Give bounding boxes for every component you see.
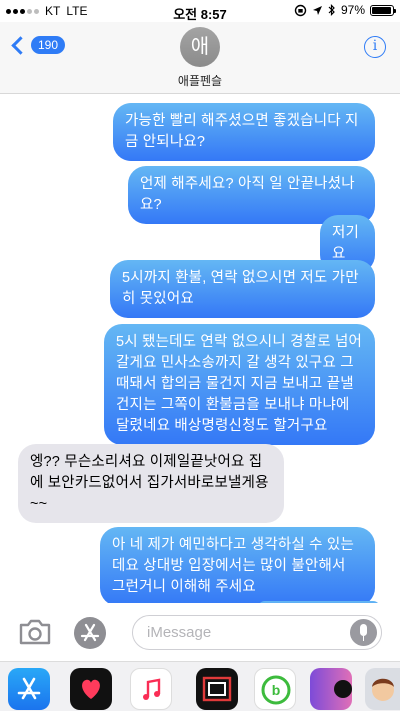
beats-app-icon[interactable]: b xyxy=(254,668,296,710)
composer-bar xyxy=(0,603,400,661)
conversation-header: 190 애 애플펜슬 i xyxy=(0,22,400,94)
message-bubble-outgoing[interactable]: 아 네 제가 예민하다고 생각하실 수 있는데요 상대방 입장에서는 많이 불안… xyxy=(100,527,375,606)
orientation-lock-icon xyxy=(294,4,307,16)
message-bubble-outgoing[interactable]: 가능한 빨리 해주셨으면 좋겠습니다 지금 안되나요? xyxy=(113,103,375,161)
battery-fill xyxy=(372,6,392,14)
app-store-icon xyxy=(80,623,100,642)
location-arrow-icon xyxy=(312,5,322,15)
camera-icon[interactable] xyxy=(18,619,52,645)
contact-summary[interactable]: 애 애플펜슬 xyxy=(0,27,400,89)
memoji-sticker-icon[interactable] xyxy=(365,668,400,710)
message-bubble-incoming[interactable]: 엥?? 무슨소리셔요 이제일끝낫어요 집에 보안카드없어서 집가서바로보낼게용 … xyxy=(18,444,284,523)
app-store-icon[interactable] xyxy=(8,668,50,710)
photo-frame-app-icon[interactable] xyxy=(196,668,238,710)
battery-icon xyxy=(370,4,396,16)
battery-percent: 97% xyxy=(340,3,365,17)
message-bubble-outgoing[interactable]: 5시까지 환불, 연락 없으시면 저도 가만히 못있어요 xyxy=(110,260,375,318)
microphone-icon[interactable] xyxy=(350,619,377,646)
status-right: 97% xyxy=(294,3,396,17)
svg-text:b: b xyxy=(272,682,281,698)
heart-digital-touch-icon[interactable] xyxy=(70,668,112,710)
app-store-button[interactable] xyxy=(74,617,106,649)
message-input[interactable] xyxy=(147,624,337,641)
app-drawer: b xyxy=(0,661,400,711)
info-button[interactable]: i xyxy=(364,36,386,58)
status-bar: KT LTE 오전 8:57 97% xyxy=(0,0,400,22)
contact-name: 애플펜슬 xyxy=(177,74,223,88)
music-icon[interactable] xyxy=(130,668,172,710)
bluetooth-icon xyxy=(328,4,335,16)
avatar[interactable]: 애 xyxy=(180,27,220,67)
message-field[interactable] xyxy=(132,615,382,650)
partial-app-icon[interactable] xyxy=(310,668,352,710)
message-bubble-outgoing[interactable]: 5시 됐는데도 연락 없으시니 경찰로 넘어갈게요 민사소송까지 갈 생각 있구… xyxy=(104,324,375,445)
